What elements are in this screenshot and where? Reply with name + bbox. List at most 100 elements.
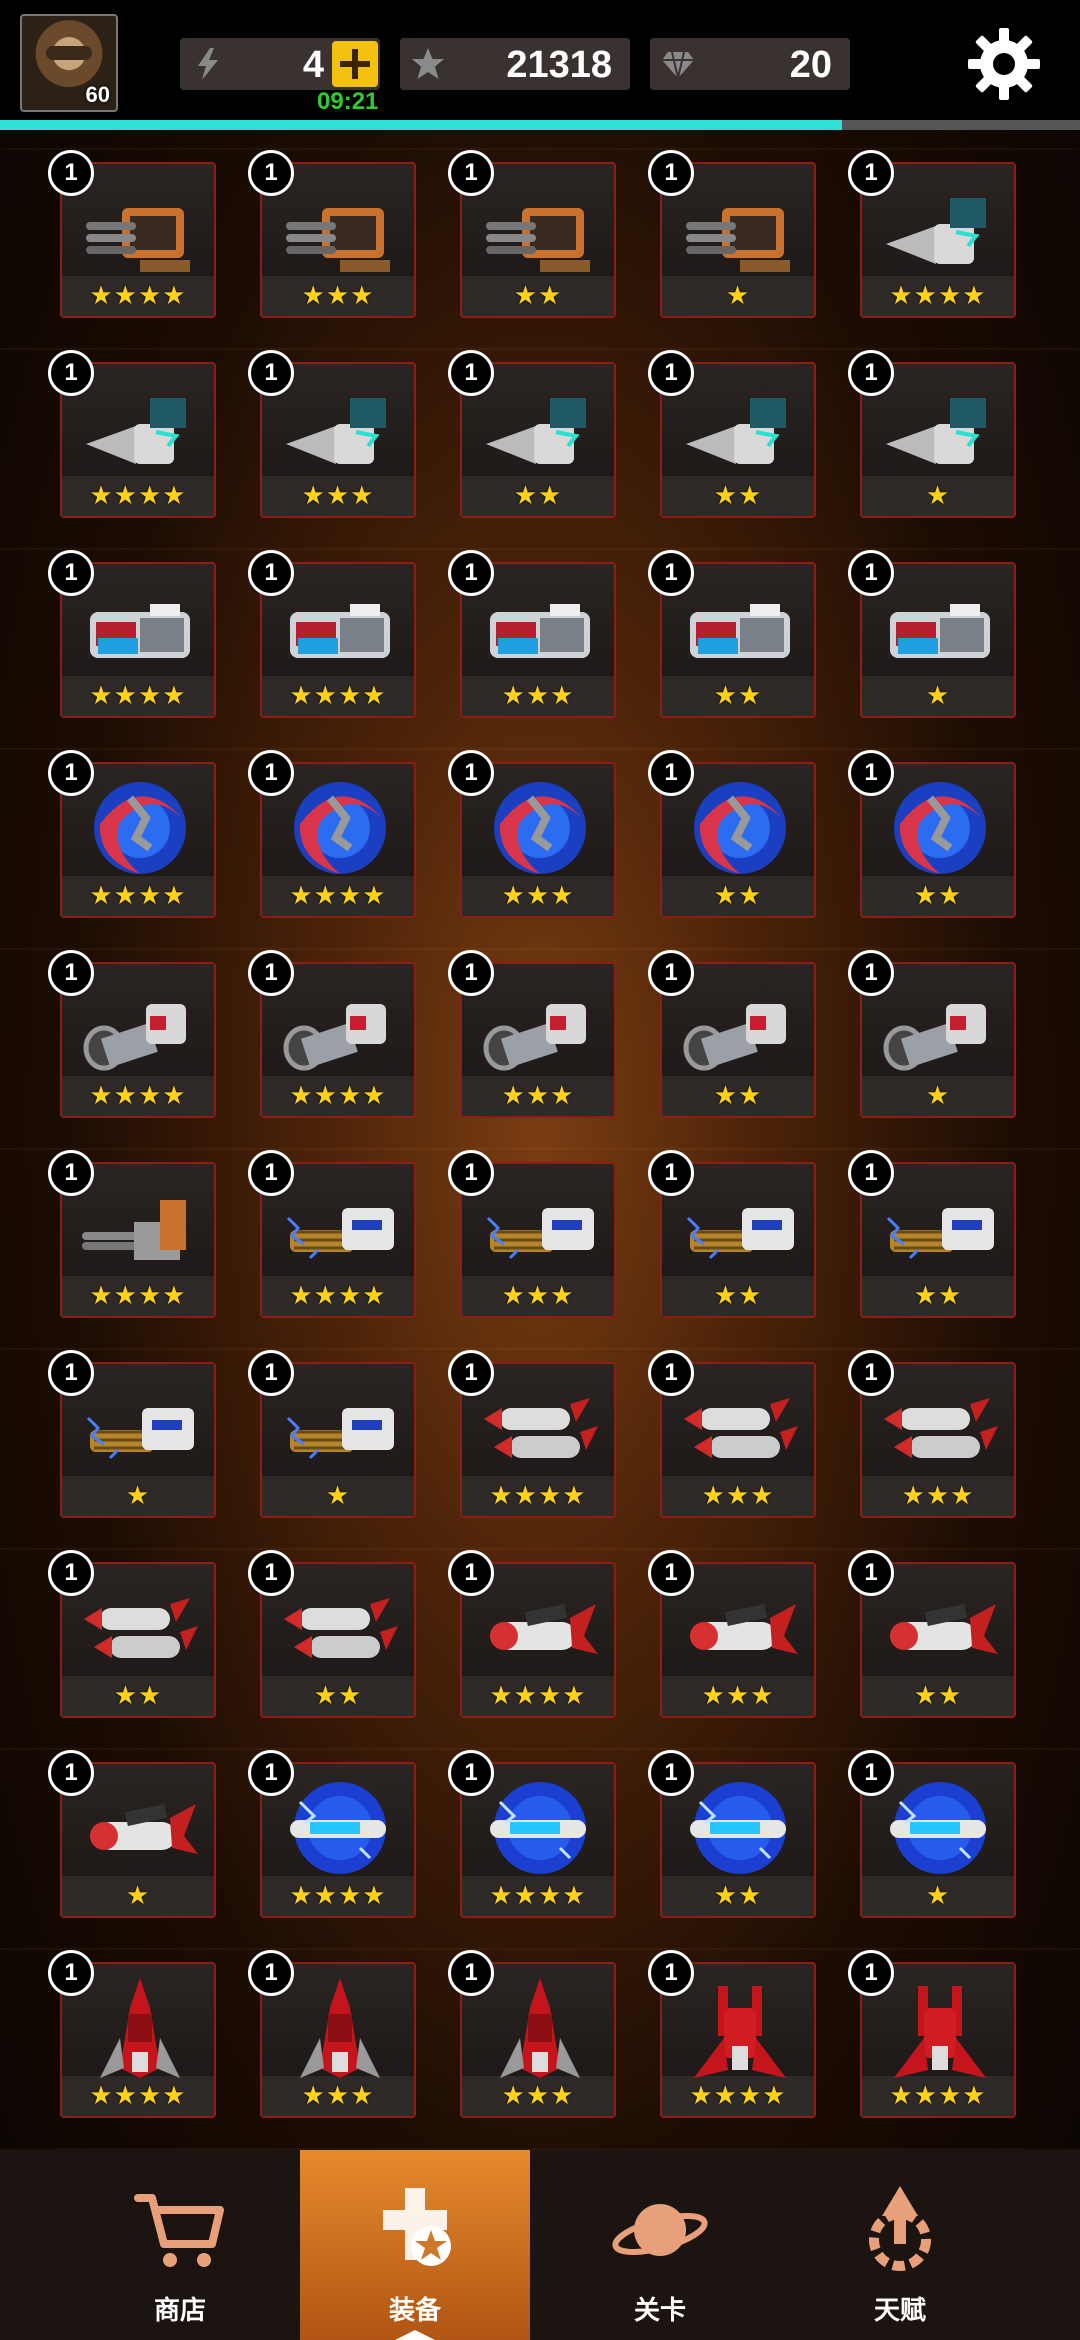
equipment-slot[interactable]: ★ 1	[648, 150, 820, 318]
tesla-rifle-icon	[886, 1208, 994, 1260]
star-rating: ★★	[513, 480, 563, 510]
drill-cannon-icon	[886, 198, 986, 264]
item-count-badge: 1	[48, 750, 94, 796]
equipment-slot[interactable]: ★★★ 1	[848, 1350, 1020, 1518]
equipment-slot[interactable]: ★★★★ 1	[448, 1750, 620, 1918]
equipment-slot[interactable]: ★★★★ 1	[248, 1150, 420, 1318]
missile-icon	[690, 1603, 798, 1654]
equipment-slot[interactable]: ★★★★ 1	[448, 1350, 620, 1518]
equipment-slot[interactable]: ★ 1	[848, 350, 1020, 518]
nav-equipment[interactable]: 装备	[300, 2150, 530, 2340]
equipment-slot[interactable]: ★★ 1	[848, 1150, 1020, 1318]
emp-missile-icon	[690, 1782, 786, 1874]
item-count-badge: 1	[48, 1150, 94, 1196]
drill-cannon-icon	[286, 398, 386, 464]
gatling-turret-icon	[486, 208, 590, 272]
equipment-slot[interactable]: ★★ 1	[648, 950, 820, 1118]
equipment-slot[interactable]: ★★ 1	[848, 1550, 1020, 1718]
star-rating: ★★★	[301, 280, 375, 310]
star-rating: ★★	[913, 1680, 963, 1710]
equipment-slot[interactable]: ★★★★ 1	[248, 950, 420, 1118]
cart-icon	[134, 2194, 224, 2267]
equipment-slot[interactable]: ★★ 1	[648, 750, 820, 918]
equipment-slot[interactable]: ★★★★ 1	[48, 350, 220, 518]
nav-levels-label: 关卡	[633, 2295, 686, 2325]
equipment-slot[interactable]: ★★★ 1	[248, 350, 420, 518]
equipment-slot[interactable]: ★★★ 1	[448, 550, 620, 718]
equipment-slot[interactable]: ★★ 1	[648, 350, 820, 518]
star-rating: ★★	[713, 880, 763, 910]
player-level: 60	[85, 82, 110, 107]
missile-icon	[890, 1603, 998, 1654]
equipment-slot[interactable]: ★ 1	[848, 550, 1020, 718]
equipment-slot[interactable]: ★★ 1	[648, 1750, 820, 1918]
star-rating: ★★★★	[489, 1880, 587, 1910]
item-count-badge: 1	[448, 1150, 494, 1196]
equipment-slot[interactable]: ★★★ 1	[448, 1950, 620, 2118]
equipment-slot[interactable]: ★ 1	[48, 1350, 220, 1518]
equipment-slot[interactable]: ★ 1	[848, 1750, 1020, 1918]
equipment-slot[interactable]: ★★★★ 1	[248, 1750, 420, 1918]
item-count-badge: 1	[848, 750, 894, 796]
plasma-cannon-icon	[683, 1004, 786, 1071]
equipment-slot[interactable]: ★★★★ 1	[48, 950, 220, 1118]
equipment-slot[interactable]: ★★★★ 1	[48, 750, 220, 918]
player-avatar[interactable]: 60	[20, 14, 118, 112]
equipment-slot[interactable]: ★★★ 1	[448, 1150, 620, 1318]
tesla-rifle-icon	[686, 1208, 794, 1260]
star-rating: ★★★	[301, 480, 375, 510]
equipment-slot[interactable]: ★★★ 1	[648, 1350, 820, 1518]
equipment-slot[interactable]: ★★★★ 1	[248, 750, 420, 918]
equipment-slot[interactable]: ★ 1	[48, 1750, 220, 1918]
gatling-turret-icon	[286, 208, 390, 272]
equipment-slot[interactable]: ★★ 1	[248, 1550, 420, 1718]
equipment-slot[interactable]: ★ 1	[248, 1350, 420, 1518]
item-count-badge: 1	[248, 1150, 294, 1196]
equipment-slot[interactable]: ★★★ 1	[248, 150, 420, 318]
gems-counter: 20	[650, 38, 850, 90]
item-count-badge: 1	[448, 750, 494, 796]
equipment-slot[interactable]: ★★★★ 1	[48, 1950, 220, 2118]
equipment-slot[interactable]: ★★ 1	[48, 1550, 220, 1718]
equipment-slot[interactable]: ★★★★ 1	[848, 150, 1020, 318]
item-count-badge: 1	[48, 1750, 94, 1796]
laser-battery-icon	[890, 604, 990, 658]
equipment-slot[interactable]: ★★ 1	[448, 150, 620, 318]
equipment-slot[interactable]: ★★ 1	[648, 1150, 820, 1318]
add-energy-button[interactable]	[332, 41, 378, 87]
star-rating: ★★★★	[889, 2080, 987, 2110]
settings-gear-icon[interactable]	[964, 24, 1044, 104]
equipment-slot[interactable]: ★★★★ 1	[48, 150, 220, 318]
equipment-slot[interactable]: ★★★★ 1	[48, 550, 220, 718]
equipment-slot[interactable]: ★★★ 1	[648, 1550, 820, 1718]
equipment-slot[interactable]: ★★★ 1	[248, 1950, 420, 2118]
equipment-slot[interactable]: ★★★★ 1	[448, 1550, 620, 1718]
nav-levels[interactable]: 关卡	[540, 2150, 780, 2340]
equipment-slot[interactable]: ★★★★ 1	[48, 1150, 220, 1318]
star-rating: ★★★★	[89, 1080, 187, 1110]
equipment-slot[interactable]: ★★★★ 1	[648, 1950, 820, 2118]
equipment-slot[interactable]: ★★ 1	[848, 750, 1020, 918]
equipment-slot[interactable]: ★★★★ 1	[848, 1950, 1020, 2118]
nav-shop[interactable]: 商店	[60, 2150, 300, 2340]
equipment-slot[interactable]: ★★ 1	[648, 550, 820, 718]
equipment-slot[interactable]: ★ 1	[848, 950, 1020, 1118]
equipment-slot[interactable]: ★★ 1	[448, 350, 620, 518]
energy-blade-icon	[694, 782, 786, 874]
item-count-badge: 1	[448, 1950, 494, 1996]
item-count-badge: 1	[648, 550, 694, 596]
tesla-rifle-icon	[86, 1408, 194, 1460]
gatling-turret-icon	[86, 208, 190, 272]
item-count-badge: 1	[848, 1150, 894, 1196]
equipment-slot[interactable]: ★★★ 1	[448, 750, 620, 918]
tesla-rifle-icon	[486, 1208, 594, 1260]
tesla-rifle-icon	[286, 1208, 394, 1260]
star-rating: ★★	[913, 1280, 963, 1310]
star-rating: ★★★★	[689, 2080, 787, 2110]
star-rating: ★★★★	[89, 280, 187, 310]
nav-talent[interactable]: 天赋	[780, 2150, 1020, 2340]
star-rating: ★★★	[701, 1480, 775, 1510]
star-rating: ★★★	[501, 2080, 575, 2110]
equipment-slot[interactable]: ★★★ 1	[448, 950, 620, 1118]
equipment-slot[interactable]: ★★★★ 1	[248, 550, 420, 718]
